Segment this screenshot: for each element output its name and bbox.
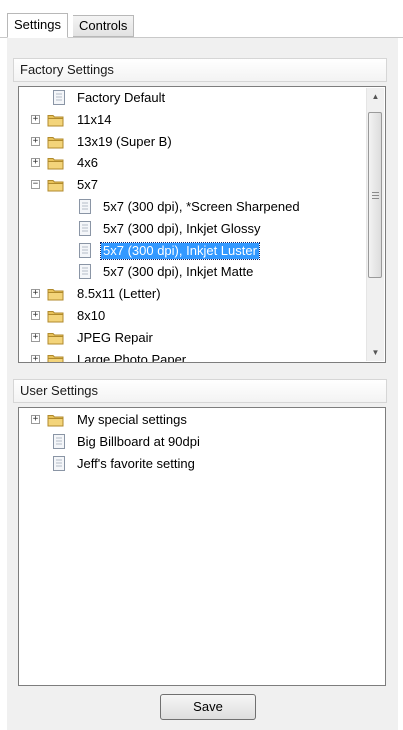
tree-node[interactable]: + JPEG Repair	[19, 328, 359, 349]
tree-node[interactable]: +4x6	[19, 153, 359, 174]
folder-icon	[47, 413, 65, 427]
scroll-down-arrow-icon[interactable]: ▼	[367, 344, 384, 361]
tree-node-label: JPEG Repair	[77, 329, 153, 345]
tree-node-label: 5x7	[77, 177, 98, 193]
grip-line	[372, 198, 379, 199]
tree-node-label: Factory Default	[77, 90, 166, 105]
tree-node[interactable]: +8.5x11 (Letter)	[19, 284, 359, 305]
folder-icon	[47, 331, 65, 345]
document-icon	[78, 198, 92, 215]
expand-icon[interactable]: +	[31, 158, 40, 168]
folder-icon	[47, 113, 65, 127]
tree-node[interactable]: 5x7 (300 dpi), Inkjet Glossy	[19, 219, 359, 240]
user-settings-tree[interactable]: + My special settings Big Billboard at 90d…	[18, 407, 386, 686]
tab-bar: Settings Controls	[0, 0, 403, 40]
tree-node-label: 4x6	[77, 155, 98, 171]
grip-line	[372, 195, 379, 196]
document-icon	[78, 263, 92, 280]
tree-node[interactable]: 5x7 (300 dpi), *Screen Sharpened	[19, 197, 359, 218]
expand-icon[interactable]: +	[31, 114, 40, 124]
scroll-thumb[interactable]	[368, 112, 382, 278]
tree-node[interactable]: Factory Default	[19, 88, 359, 109]
tree-node-label: 5x7 (300 dpi), Inkjet Glossy	[103, 220, 261, 236]
document-icon	[52, 455, 66, 472]
folder-icon	[47, 156, 65, 170]
collapse-icon[interactable]: −	[31, 180, 40, 190]
factory-tree-scrollbar[interactable]: ▲ ▼	[366, 88, 384, 361]
tree-node[interactable]: 5x7 (300 dpi), Inkjet Luster	[19, 241, 359, 262]
expand-icon[interactable]: +	[31, 415, 40, 424]
tree-node-label: Large Photo Paper	[77, 351, 187, 363]
factory-settings-header: Factory Settings	[13, 58, 387, 82]
document-icon	[78, 242, 92, 259]
factory-settings-tree[interactable]: ▲ ▼ Factory Default +11x14 +13x19 (Super B…	[18, 86, 386, 363]
tree-node[interactable]: +13x19 (Super B)	[19, 132, 359, 153]
tab-controls[interactable]: Controls	[73, 15, 135, 37]
folder-icon	[47, 135, 65, 149]
tree-node-label: 5x7 (300 dpi), *Screen Sharpened	[103, 199, 300, 214]
document-icon	[52, 433, 66, 450]
tree-node[interactable]: 5x7 (300 dpi), Inkjet Matte	[19, 262, 359, 283]
expand-icon[interactable]: +	[31, 136, 40, 146]
tree-node-label: 13x19 (Super B)	[77, 133, 172, 149]
tree-node-label: My special settings	[77, 412, 187, 427]
grip-line	[372, 192, 379, 193]
tree-node[interactable]: +8x10	[19, 306, 359, 327]
tree-node[interactable]: + My special settings	[19, 410, 359, 431]
scroll-up-arrow-icon[interactable]: ▲	[367, 88, 384, 105]
tree-node-label: Big Billboard at 90dpi	[77, 434, 200, 449]
tree-node-label: 8x10	[77, 308, 106, 323]
tree-node[interactable]: Big Billboard at 90dpi	[19, 432, 359, 453]
folder-icon	[47, 178, 65, 192]
user-settings-header: User Settings	[13, 379, 387, 403]
save-button[interactable]: Save	[160, 694, 256, 720]
expand-icon[interactable]: +	[31, 311, 40, 320]
tree-node[interactable]: − 5x7	[19, 175, 359, 196]
tree-node[interactable]: Jeff's favorite setting	[19, 454, 359, 475]
document-icon	[52, 89, 66, 106]
folder-icon	[47, 287, 65, 301]
folder-icon	[47, 309, 65, 323]
document-icon	[78, 220, 92, 237]
tree-node-label: 5x7 (300 dpi), Inkjet Matte	[103, 264, 254, 280]
tree-node-label: 5x7 (300 dpi), Inkjet Luster	[100, 241, 260, 260]
tree-node[interactable]: + Large Photo Paper	[19, 350, 359, 363]
tree-node[interactable]: +11x14	[19, 110, 359, 131]
tree-node-label: 8.5x11 (Letter)	[77, 286, 161, 302]
expand-icon[interactable]: +	[31, 354, 40, 362]
tab-settings[interactable]: Settings	[7, 13, 68, 38]
expand-icon[interactable]: +	[31, 289, 40, 299]
expand-icon[interactable]: +	[31, 332, 40, 342]
tree-node-label: 11x14	[77, 111, 112, 127]
folder-icon	[47, 353, 65, 362]
tree-node-label: Jeff's favorite setting	[77, 456, 195, 471]
